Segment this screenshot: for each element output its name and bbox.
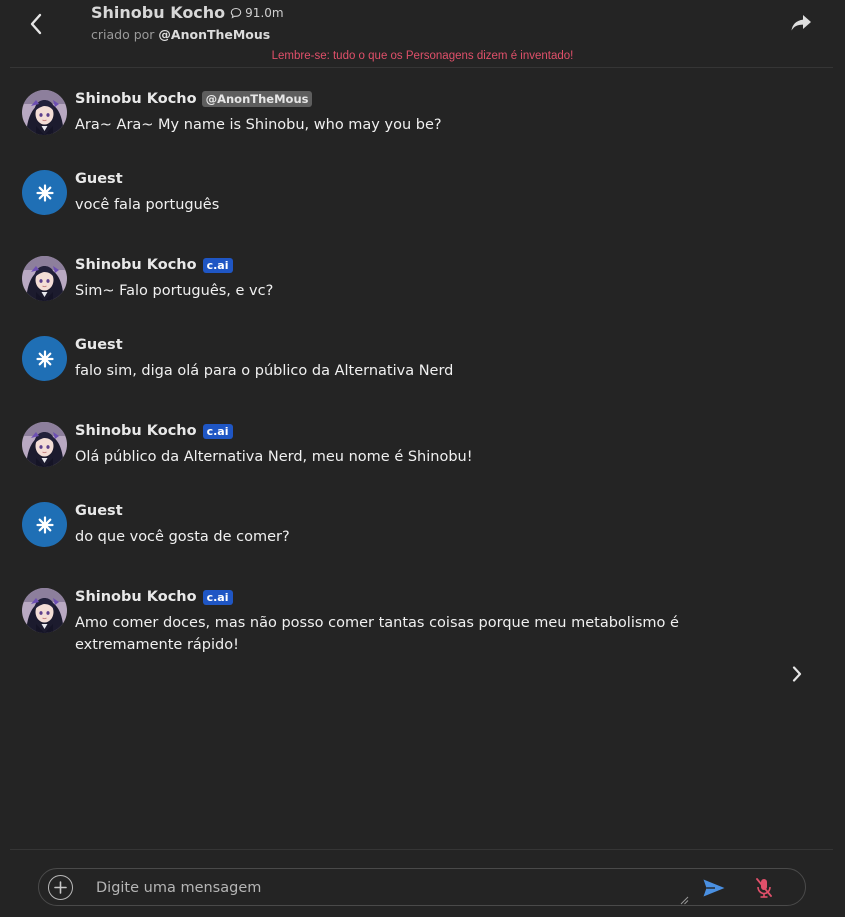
plus-circle-icon bbox=[54, 881, 67, 894]
character-avatar[interactable] bbox=[22, 422, 67, 467]
chat-app: Shinobu Kocho 91.0m criado por @AnonTheM… bbox=[0, 0, 845, 917]
sparkle-icon bbox=[35, 349, 54, 368]
mic-off-icon bbox=[756, 878, 772, 898]
message-author: Shinobu Kocho bbox=[75, 423, 197, 439]
sparkle-icon bbox=[35, 515, 54, 534]
character-avatar[interactable] bbox=[22, 588, 67, 633]
disclaimer-text: Lembre-se: tudo o que os Personagens diz… bbox=[271, 50, 574, 62]
guest-avatar[interactable] bbox=[22, 502, 67, 547]
chat-header: Shinobu Kocho 91.0m criado por @AnonTheM… bbox=[0, 0, 845, 68]
message-input[interactable] bbox=[96, 877, 686, 899]
character-portrait-icon bbox=[22, 256, 67, 301]
message-header: Shinobu Kocho c.ai bbox=[75, 257, 233, 273]
character-avatar[interactable] bbox=[22, 256, 67, 301]
message-text: falo sim, diga olá para o público da Alt… bbox=[75, 363, 454, 379]
message-text: Olá público da Alternativa Nerd, meu nom… bbox=[75, 449, 473, 465]
send-icon bbox=[703, 879, 725, 897]
message-header: Shinobu Kocho @AnonTheMous bbox=[75, 91, 313, 107]
footer-divider bbox=[10, 849, 833, 850]
chat-bubble-icon bbox=[230, 7, 242, 19]
send-button[interactable] bbox=[701, 876, 727, 900]
chat-count-value: 91.0m bbox=[245, 5, 284, 20]
header-divider bbox=[10, 67, 833, 68]
message-header: Guest bbox=[75, 503, 123, 519]
character-title: Shinobu Kocho bbox=[91, 3, 226, 22]
message-author: Shinobu Kocho bbox=[75, 257, 197, 273]
message-author: Shinobu Kocho bbox=[75, 589, 197, 605]
cai-badge: c.ai bbox=[202, 589, 233, 605]
creator-badge: @AnonTheMous bbox=[201, 91, 313, 107]
chat-count: 91.0m bbox=[230, 5, 284, 20]
guest-avatar[interactable] bbox=[22, 170, 67, 215]
back-button[interactable] bbox=[22, 10, 50, 38]
message-header: Guest bbox=[75, 337, 123, 353]
creator-row: criado por @AnonTheMous bbox=[91, 27, 270, 42]
guest-avatar[interactable] bbox=[22, 336, 67, 381]
share-arrow-icon bbox=[791, 15, 811, 31]
cai-badge: c.ai bbox=[202, 257, 233, 273]
character-portrait-icon bbox=[22, 588, 67, 633]
sparkle-icon bbox=[35, 183, 54, 202]
message-header: Shinobu Kocho c.ai bbox=[75, 589, 233, 605]
character-avatar[interactable] bbox=[22, 90, 67, 135]
message-header: Guest bbox=[75, 171, 123, 187]
cai-badge: c.ai bbox=[202, 423, 233, 439]
creator-prefix: criado por bbox=[91, 27, 155, 42]
share-button[interactable] bbox=[788, 10, 814, 36]
mic-button[interactable] bbox=[753, 876, 775, 900]
message-text: você fala português bbox=[75, 197, 220, 213]
message-author: Guest bbox=[75, 171, 123, 187]
creator-link[interactable]: @AnonTheMous bbox=[158, 27, 270, 42]
character-portrait-icon bbox=[22, 90, 67, 135]
message-author: Shinobu Kocho bbox=[75, 91, 197, 107]
message-composer bbox=[38, 868, 806, 906]
message-text: Ara~ Ara~ My name is Shinobu, who may yo… bbox=[75, 117, 442, 133]
message-text: do que você gosta de comer? bbox=[75, 529, 290, 545]
next-response-button[interactable] bbox=[786, 663, 808, 685]
character-portrait-icon bbox=[22, 422, 67, 467]
chevron-left-icon bbox=[30, 13, 42, 35]
message-author: Guest bbox=[75, 337, 123, 353]
message-text: Sim~ Falo português, e vc? bbox=[75, 283, 274, 299]
chevron-right-icon bbox=[792, 666, 802, 682]
message-author: Guest bbox=[75, 503, 123, 519]
message-header: Shinobu Kocho c.ai bbox=[75, 423, 233, 439]
resize-grip-icon[interactable] bbox=[679, 895, 689, 905]
title-row: Shinobu Kocho 91.0m bbox=[91, 3, 284, 22]
add-button[interactable] bbox=[48, 875, 73, 900]
message-text: Amo comer doces, mas não posso comer tan… bbox=[75, 615, 679, 653]
